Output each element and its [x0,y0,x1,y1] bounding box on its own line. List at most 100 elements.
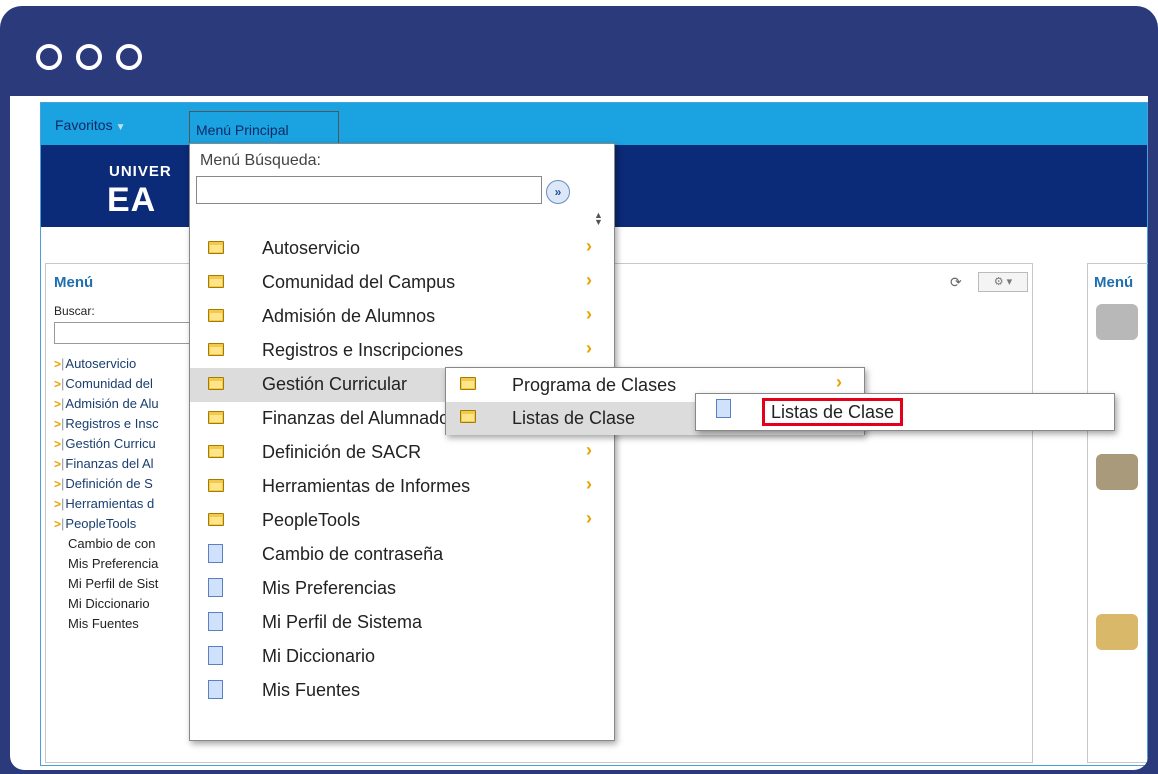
top-navbar: Favoritos ▼ Menú Principal [41,103,1147,145]
window-dot-icon[interactable] [116,44,142,70]
separator: | [61,516,65,531]
menu-item[interactable]: Autoservicio › [190,232,614,266]
menu-tree-page-item[interactable]: Mi Diccionario [54,596,204,616]
menu-item[interactable]: Mis Preferencias [190,572,614,606]
expand-arrow-icon: > [54,457,62,471]
menu-item[interactable]: PeopleTools › [190,504,614,538]
menu-search-input[interactable] [54,322,204,344]
menu-tree-folder-item[interactable]: >|PeopleTools [54,516,204,536]
favorites-menu[interactable]: Favoritos ▼ [55,117,125,133]
computer-icon[interactable] [1096,304,1138,340]
menu-tree-label: Admisión de Alu [65,396,159,411]
expand-arrow-icon: > [54,357,62,371]
menu-tree-label: Gestión Curricu [65,436,156,451]
chevron-right-icon: › [586,270,592,290]
window-dot-icon[interactable] [76,44,102,70]
right-panel-title: Menú [1094,274,1134,291]
favorites-label: Favoritos [55,117,113,133]
menu-item-label: Mi Perfil de Sistema [262,612,423,632]
folder-icon [208,411,224,424]
menu-item[interactable]: Mi Perfil de Sistema [190,606,614,640]
submenu-item-label: Programa de Clases [512,375,677,395]
menu-item-label: Registros e Inscripciones [262,340,464,360]
chevron-right-icon: › [586,236,592,256]
submenu-item-label: Listas de Clase [512,408,636,428]
separator: | [61,496,65,511]
document-icon [208,646,223,665]
folder-icon [460,377,476,390]
menu-item-label: Autoservicio [262,238,361,258]
chevron-right-icon: › [586,338,592,358]
menu-tree-folder-item[interactable]: >|Definición de S [54,476,204,496]
menu-item[interactable]: Mi Diccionario [190,640,614,674]
menu-tree-page-item[interactable]: Mi Perfil de Sist [54,576,204,596]
menu-tree-folder-item[interactable]: >|Autoservicio [54,356,204,376]
menu-item-label: Mis Fuentes [262,680,361,700]
menu-item-label: Mis Preferencias [262,578,397,598]
menu-tree-label: Autoservicio [65,356,137,371]
menu-item[interactable]: Registros e Inscripciones › [190,334,614,368]
window-frame: Favoritos ▼ Menú Principal UNIVER EA Menú… [0,6,1158,774]
chevron-right-icon: › [586,304,592,324]
menu-tree-folder-item[interactable]: >|Comunidad del [54,376,204,396]
menu-tree-folder-item[interactable]: >|Admisión de Alu [54,396,204,416]
menu-tree-page-item[interactable]: Mis Fuentes [54,616,204,636]
menu-tree-page-item[interactable]: Cambio de con [54,536,204,556]
gear-icon[interactable]: ⚙ ▾ [978,272,1028,292]
menu-tree-label: Herramientas d [65,496,155,511]
double-chevron-right-icon[interactable]: » [546,180,570,204]
chevron-right-icon: › [586,474,592,494]
main-menu-tab[interactable]: Menú Principal [189,111,339,145]
window-controls [36,44,142,70]
separator: | [61,416,65,431]
search-label: Buscar: [54,304,95,318]
menu-item[interactable]: Herramientas de Informes › [190,470,614,504]
folder-icon [208,309,224,322]
submenu-listas-de-clase: Listas de Clase [695,393,1115,431]
menu-search-title: Menú Búsqueda: [200,152,321,169]
menu-tree-folder-item[interactable]: >|Finanzas del Al [54,456,204,476]
menu-item[interactable]: Admisión de Alumnos › [190,300,614,334]
sort-icon[interactable]: ▲ ▼ [594,211,603,227]
separator: | [61,376,65,391]
menu-item[interactable]: Mis Fuentes [190,674,614,708]
document-icon [208,544,223,563]
menu-tree: >|Autoservicio >|Comunidad del >|Admisión … [54,356,204,636]
menu-search-field[interactable] [196,176,542,204]
menu-item-label: PeopleTools [262,510,361,530]
banner-univ-text: UNIVER [109,163,172,180]
menu-item[interactable]: Comunidad del Campus › [190,266,614,300]
folder-icon [208,445,224,458]
menu-tree-label: Finanzas del Al [65,456,154,471]
menu-item-label: Cambio de contraseña [262,544,444,564]
chevron-right-icon: › [836,372,842,392]
menu-tree-label: Definición de S [65,476,153,491]
tools-book-icon[interactable] [1096,614,1138,650]
expand-arrow-icon: > [54,377,62,391]
menu-item[interactable]: Cambio de contraseña [190,538,614,572]
chevron-right-icon: › [586,508,592,528]
menu-tree-folder-item[interactable]: >|Registros e Insc [54,416,204,436]
documents-icon[interactable] [1096,454,1138,490]
separator: | [61,356,65,371]
document-icon [716,399,731,418]
folder-icon [208,343,224,356]
separator: | [61,396,65,411]
menu-item-label: Comunidad del Campus [262,272,456,292]
document-icon [208,680,223,699]
menu-tree-label: PeopleTools [65,516,137,531]
chevron-right-icon: › [586,440,592,460]
refresh-icon[interactable]: ⟳ [950,274,962,291]
menu-item-label: Gestión Curricular [262,374,408,394]
listas-de-clase-link[interactable]: Listas de Clase [762,398,904,426]
menu-tree-folder-item[interactable]: >|Gestión Curricu [54,436,204,456]
right-menu-panel: Menú [1087,263,1148,763]
expand-arrow-icon: > [54,497,62,511]
folder-icon [208,479,224,492]
menu-item[interactable]: Definición de SACR › [190,436,614,470]
menu-tree-page-item[interactable]: Mis Preferencia [54,556,204,576]
menu-tree-folder-item[interactable]: >|Herramientas d [54,496,204,516]
window-dot-icon[interactable] [36,44,62,70]
main-menu-label: Menú Principal [196,122,289,138]
caret-down-icon: ▼ [115,122,126,133]
